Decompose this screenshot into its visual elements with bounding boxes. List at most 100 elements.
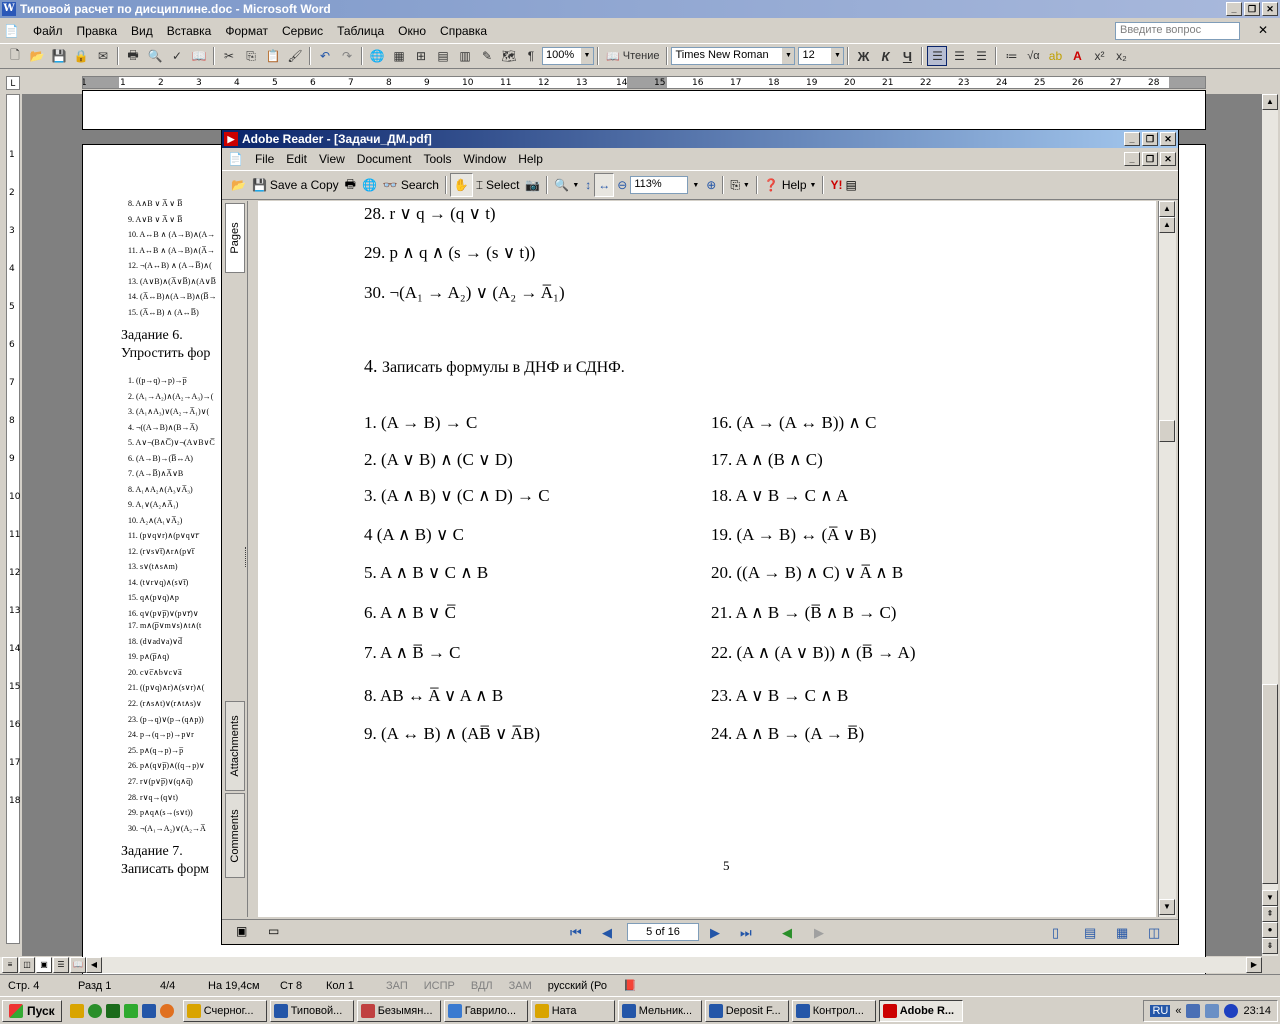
adobe-reader-window[interactable]: ▶ Adobe Reader - [Задачи_ДМ.pdf] _ ❐ ✕ 📄… bbox=[221, 129, 1179, 945]
reader-vertical-scrollbar[interactable]: ▲ ▲ ▼ bbox=[1158, 201, 1176, 917]
restore-button[interactable]: ❐ bbox=[1244, 2, 1260, 16]
horizontal-ruler[interactable]: 1123456789101112131415161718192021222324… bbox=[82, 76, 1206, 89]
status-track[interactable]: ИСПР bbox=[416, 980, 463, 992]
vertical-ruler[interactable]: 1 2 3 4 5 6 7 8 9 10 11 12 13 14 15 16 17 18 bbox=[6, 94, 20, 944]
tray-network-icon[interactable] bbox=[1186, 1004, 1201, 1018]
chevron-down-icon[interactable]: ▼ bbox=[692, 182, 699, 189]
redo-icon[interactable]: ↷ bbox=[337, 46, 357, 66]
hyperlink-icon[interactable]: 🌐 bbox=[367, 46, 387, 66]
reader-menu-view[interactable]: View bbox=[313, 152, 351, 166]
menu-table[interactable]: Таблица bbox=[330, 24, 391, 38]
bold-button[interactable]: Ж bbox=[853, 46, 873, 66]
single-page-icon[interactable]: ▯ bbox=[1052, 925, 1059, 941]
menu-insert[interactable]: Вставка bbox=[160, 24, 219, 38]
next-page-icon[interactable]: ⇟ bbox=[1262, 938, 1278, 954]
open-icon[interactable]: 📂 bbox=[27, 46, 47, 66]
doc-close-button[interactable]: ✕ bbox=[1160, 152, 1176, 166]
highlight-icon[interactable]: ab bbox=[1045, 46, 1065, 66]
menu-view[interactable]: Вид bbox=[124, 24, 160, 38]
tray-network2-icon[interactable] bbox=[1205, 1004, 1220, 1018]
first-page-icon[interactable]: ⏮ bbox=[570, 925, 582, 941]
reader-menu-file[interactable]: File bbox=[249, 152, 280, 166]
tray-expand-icon[interactable]: « bbox=[1175, 1005, 1181, 1017]
format-painter-icon[interactable]: 🖌 bbox=[285, 46, 305, 66]
quicklaunch-tool-icon[interactable] bbox=[69, 1003, 84, 1018]
new-doc-icon[interactable]: 🗋 bbox=[5, 46, 25, 66]
pdf-app-icon[interactable]: ▶ bbox=[224, 132, 238, 146]
cut-icon[interactable]: ✂ bbox=[219, 46, 239, 66]
hand-tool-button[interactable]: ✋ bbox=[449, 173, 473, 197]
numbering-icon[interactable]: ≔ bbox=[1001, 46, 1021, 66]
copy-icon[interactable]: ⎘ bbox=[241, 46, 261, 66]
select-tool-button[interactable]: ⌶ Select bbox=[473, 173, 523, 197]
columns-icon[interactable]: ▥ bbox=[455, 46, 475, 66]
menu-window[interactable]: Окно bbox=[391, 24, 433, 38]
taskbar-button[interactable]: Контрол... bbox=[791, 999, 876, 1022]
reader-menu-edit[interactable]: Edit bbox=[280, 152, 313, 166]
tab-pages[interactable]: Pages bbox=[225, 203, 245, 273]
spelling-icon[interactable]: ✓ bbox=[167, 46, 187, 66]
reader-minimize-button[interactable]: _ bbox=[1124, 132, 1140, 146]
taskbar-button[interactable]: Ната bbox=[530, 999, 615, 1022]
reading-mode-button[interactable]: 📖 Чтение bbox=[603, 46, 662, 66]
continuous-icon[interactable]: ▤ bbox=[1084, 925, 1096, 941]
status-overtype[interactable]: ЗАМ bbox=[501, 980, 540, 992]
font-size-combo[interactable]: 12 ▼ bbox=[798, 47, 845, 65]
zoom-tool-button[interactable]: 🔍 ▼ bbox=[551, 173, 582, 197]
justify-icon[interactable]: ☰ bbox=[971, 46, 991, 66]
reader-menu-window[interactable]: Window bbox=[458, 152, 513, 166]
save-icon[interactable]: 💾 bbox=[49, 46, 69, 66]
quicklaunch-mail-icon[interactable] bbox=[159, 1003, 174, 1018]
sidebar-splitter[interactable] bbox=[245, 547, 248, 567]
close-doc-icon[interactable]: ✕ bbox=[1258, 23, 1268, 37]
taskbar-button[interactable]: Adobe R... bbox=[878, 999, 963, 1022]
go-back-icon[interactable]: ◀ bbox=[782, 925, 792, 941]
search-button[interactable]: 👓 Search bbox=[380, 173, 442, 197]
yahoo-button[interactable]: Y! ▤ bbox=[827, 173, 859, 197]
spelling-status-icon[interactable]: 📕 bbox=[615, 979, 645, 992]
print-icon[interactable]: 🖶 bbox=[123, 46, 143, 66]
word-vertical-scrollbar[interactable]: ▲ ▼ ⇞ ● ⇟ bbox=[1262, 94, 1278, 956]
tab-attachments[interactable]: Attachments bbox=[225, 701, 245, 791]
open-file-button[interactable]: 📂 bbox=[228, 173, 249, 197]
italic-button[interactable]: К bbox=[875, 46, 895, 66]
chevron-down-icon[interactable]: ▼ bbox=[782, 48, 795, 64]
help-search-input[interactable]: Введите вопрос bbox=[1115, 22, 1240, 40]
reader-restore-button[interactable]: ❐ bbox=[1142, 132, 1158, 146]
taskbar-button[interactable]: Deposit F... bbox=[704, 999, 789, 1022]
align-center-icon[interactable]: ☰ bbox=[949, 46, 969, 66]
scroll-left-icon[interactable]: ◀ bbox=[86, 957, 102, 973]
reader-scroll-thumb[interactable] bbox=[1159, 420, 1175, 442]
fit-height-button[interactable]: ↕ bbox=[582, 173, 594, 197]
facing-icon[interactable]: ▦ bbox=[1116, 925, 1128, 941]
reader-menu-document[interactable]: Document bbox=[351, 152, 418, 166]
reader-scroll-up2-icon[interactable]: ▲ bbox=[1159, 217, 1175, 233]
tables-borders-icon[interactable]: ▦ bbox=[389, 46, 409, 66]
menu-edit[interactable]: Правка bbox=[69, 24, 124, 38]
scroll-right-icon[interactable]: ▶ bbox=[1246, 957, 1262, 973]
font-name-combo[interactable]: Times New Roman ▼ bbox=[671, 47, 796, 65]
close-button[interactable]: ✕ bbox=[1262, 2, 1278, 16]
clock[interactable]: 23:14 bbox=[1243, 1005, 1271, 1017]
chevron-down-icon[interactable]: ▼ bbox=[831, 48, 844, 64]
continuous-facing-icon[interactable]: ◫ bbox=[1148, 925, 1160, 941]
tab-comments[interactable]: Comments bbox=[225, 793, 245, 878]
email-icon[interactable]: ✉ bbox=[93, 46, 113, 66]
pdf-page[interactable]: 28. r ∨ q → (q ∨ t) 29. p ∧ q ∧ (s → (s … bbox=[258, 201, 1156, 917]
status-extend[interactable]: ВДЛ bbox=[463, 980, 501, 992]
web-view-icon[interactable]: ◫ bbox=[19, 957, 35, 973]
research-icon[interactable]: 📖 bbox=[189, 46, 209, 66]
reader-scroll-up-icon[interactable]: ▲ bbox=[1159, 201, 1175, 217]
start-button[interactable]: Пуск bbox=[2, 999, 62, 1022]
taskbar-button[interactable]: Типовой... bbox=[269, 999, 354, 1022]
superscript-icon[interactable]: x² bbox=[1089, 46, 1109, 66]
minimize-button[interactable]: _ bbox=[1226, 2, 1242, 16]
email-button[interactable]: 🌐 bbox=[359, 173, 380, 197]
outline-view-icon[interactable]: ☰ bbox=[53, 957, 69, 973]
insert-table-icon[interactable]: ⊞ bbox=[411, 46, 431, 66]
font-color-icon[interactable]: A bbox=[1067, 46, 1087, 66]
word-app-icon[interactable]: W bbox=[2, 2, 16, 16]
go-forward-icon[interactable]: ▶ bbox=[814, 925, 824, 941]
menu-help[interactable]: Справка bbox=[433, 24, 494, 38]
reader-scroll-down-icon[interactable]: ▼ bbox=[1159, 899, 1175, 915]
